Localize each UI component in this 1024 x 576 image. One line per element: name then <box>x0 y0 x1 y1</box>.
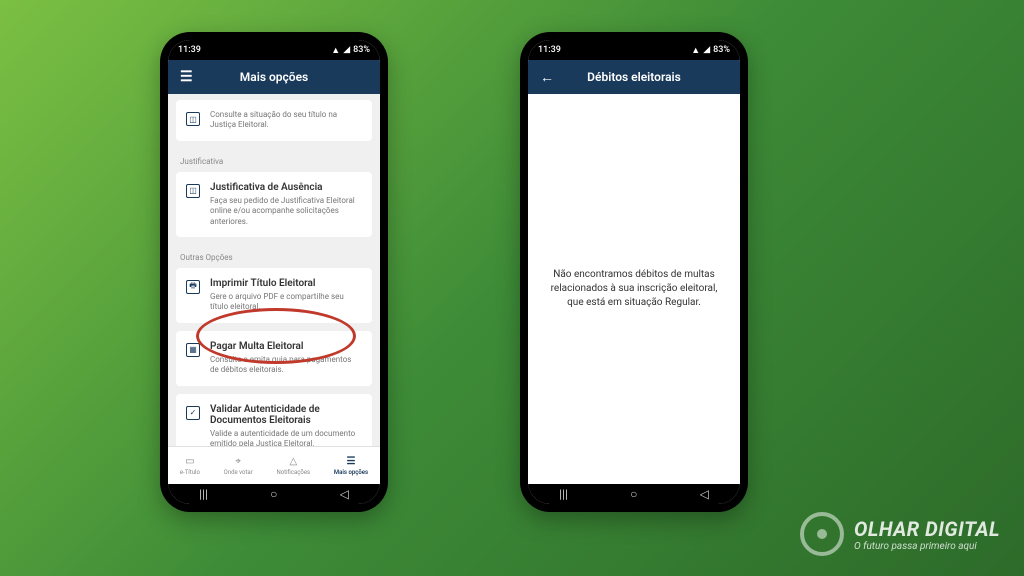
card-situacao[interactable]: ◫ Consulte a situação do seu título na J… <box>176 100 372 141</box>
wifi-icon: ▲ <box>331 45 340 56</box>
nav-onde-votar[interactable]: ⌖ Onde votar <box>224 456 253 476</box>
battery-text: 83% <box>713 45 730 55</box>
app-header-right: ← Débitos eleitorais <box>528 60 740 94</box>
android-recent-icon[interactable]: ||| <box>199 487 208 501</box>
nav-onde-label: Onde votar <box>224 469 253 476</box>
brand-name: OLHAR DIGITAL <box>854 517 1000 541</box>
nav-mais-opcoes[interactable]: ☰ Mais opções <box>334 456 368 476</box>
screen-left: 11:39 ▲ ◢ 83% ☰ Mais opções ◫ Consulte a… <box>168 40 380 504</box>
brand-watermark: OLHAR DIGITAL O futuro passa primeiro aq… <box>800 512 1000 556</box>
empty-state-message: Não encontramos débitos de multas relaci… <box>549 268 719 310</box>
status-time: 11:39 <box>538 45 561 55</box>
card-validate-desc: Valide a autenticidade de um documento e… <box>210 429 362 446</box>
menu-icon[interactable]: ☰ <box>180 69 193 85</box>
brand-tagline: O futuro passa primeiro aqui <box>854 541 1000 552</box>
nav-notif-label: Notificações <box>276 469 310 476</box>
nav-mais-label: Mais opções <box>334 469 368 476</box>
notch <box>594 40 674 56</box>
card-pay-desc: Consulte e emita guia para pagamentos de… <box>210 355 362 376</box>
status-time: 11:39 <box>178 45 201 55</box>
phone-mockup-left: 11:39 ▲ ◢ 83% ☰ Mais opções ◫ Consulte a… <box>160 32 388 512</box>
card-imprimir[interactable]: 🖶 Imprimir Título Eleitoral Gere o arqui… <box>176 268 372 323</box>
card-validate-title: Validar Autenticidade de Documentos Elei… <box>210 404 362 426</box>
section-justificativa: Justificativa <box>168 149 380 172</box>
nav-etitulo-label: e-Título <box>180 469 200 476</box>
section-outras: Outras Opções <box>168 245 380 268</box>
nav-notificacoes[interactable]: △ Notificações <box>276 456 310 476</box>
doc-icon: ◫ <box>186 184 200 198</box>
qr-icon: ▦ <box>186 343 200 357</box>
card-print-title: Imprimir Título Eleitoral <box>210 278 362 289</box>
card-situacao-line1: Consulte a situação do seu título na <box>210 110 362 120</box>
card-validar[interactable]: ✓ Validar Autenticidade de Documentos El… <box>176 394 372 446</box>
android-back-icon[interactable]: ◁ <box>340 487 349 501</box>
android-nav-bar: ||| ○ ◁ <box>168 484 380 504</box>
signal-icon: ◢ <box>343 45 350 55</box>
android-recent-icon[interactable]: ||| <box>559 487 568 501</box>
bell-icon: △ <box>289 456 297 467</box>
signal-icon: ◢ <box>703 45 710 55</box>
print-icon: 🖶 <box>186 280 200 294</box>
content-area-left[interactable]: ◫ Consulte a situação do seu título na J… <box>168 94 380 446</box>
card-icon: ▭ <box>185 456 194 467</box>
notch <box>234 40 314 56</box>
android-back-icon[interactable]: ◁ <box>700 487 709 501</box>
content-area-right: Não encontramos débitos de multas relaci… <box>528 94 740 484</box>
android-home-icon[interactable]: ○ <box>270 487 277 501</box>
battery-text: 83% <box>353 45 370 55</box>
android-nav-bar: ||| ○ ◁ <box>528 484 740 504</box>
nav-etitulo[interactable]: ▭ e-Título <box>180 456 200 476</box>
screen-right: 11:39 ▲ ◢ 83% ← Débitos eleitorais Não e… <box>528 40 740 504</box>
phone-mockup-right: 11:39 ▲ ◢ 83% ← Débitos eleitorais Não e… <box>520 32 748 512</box>
header-title-right: Débitos eleitorais <box>587 70 681 84</box>
bottom-nav: ▭ e-Título ⌖ Onde votar △ Notificações ☰… <box>168 446 380 484</box>
android-home-icon[interactable]: ○ <box>630 487 637 501</box>
pin-icon: ⌖ <box>235 456 241 467</box>
app-header-left: ☰ Mais opções <box>168 60 380 94</box>
menu-icon: ☰ <box>347 456 356 467</box>
header-title-left: Mais opções <box>240 70 308 84</box>
doc-icon: ◫ <box>186 112 200 126</box>
card-print-desc: Gere o arquivo PDF e compartilhe seu tít… <box>210 292 362 313</box>
card-pay-title: Pagar Multa Eleitoral <box>210 341 362 352</box>
back-icon[interactable]: ← <box>540 69 554 86</box>
brand-logo-icon <box>800 512 844 556</box>
card-justificativa[interactable]: ◫ Justificativa de Ausência Faça seu ped… <box>176 172 372 237</box>
wifi-icon: ▲ <box>691 45 700 56</box>
card-just-title: Justificativa de Ausência <box>210 182 362 193</box>
card-situacao-line2: Justiça Eleitoral. <box>210 120 362 130</box>
check-icon: ✓ <box>186 406 200 420</box>
card-just-desc: Faça seu pedido de Justificativa Eleitor… <box>210 196 362 227</box>
card-pagar-multa[interactable]: ▦ Pagar Multa Eleitoral Consulte e emita… <box>176 331 372 386</box>
